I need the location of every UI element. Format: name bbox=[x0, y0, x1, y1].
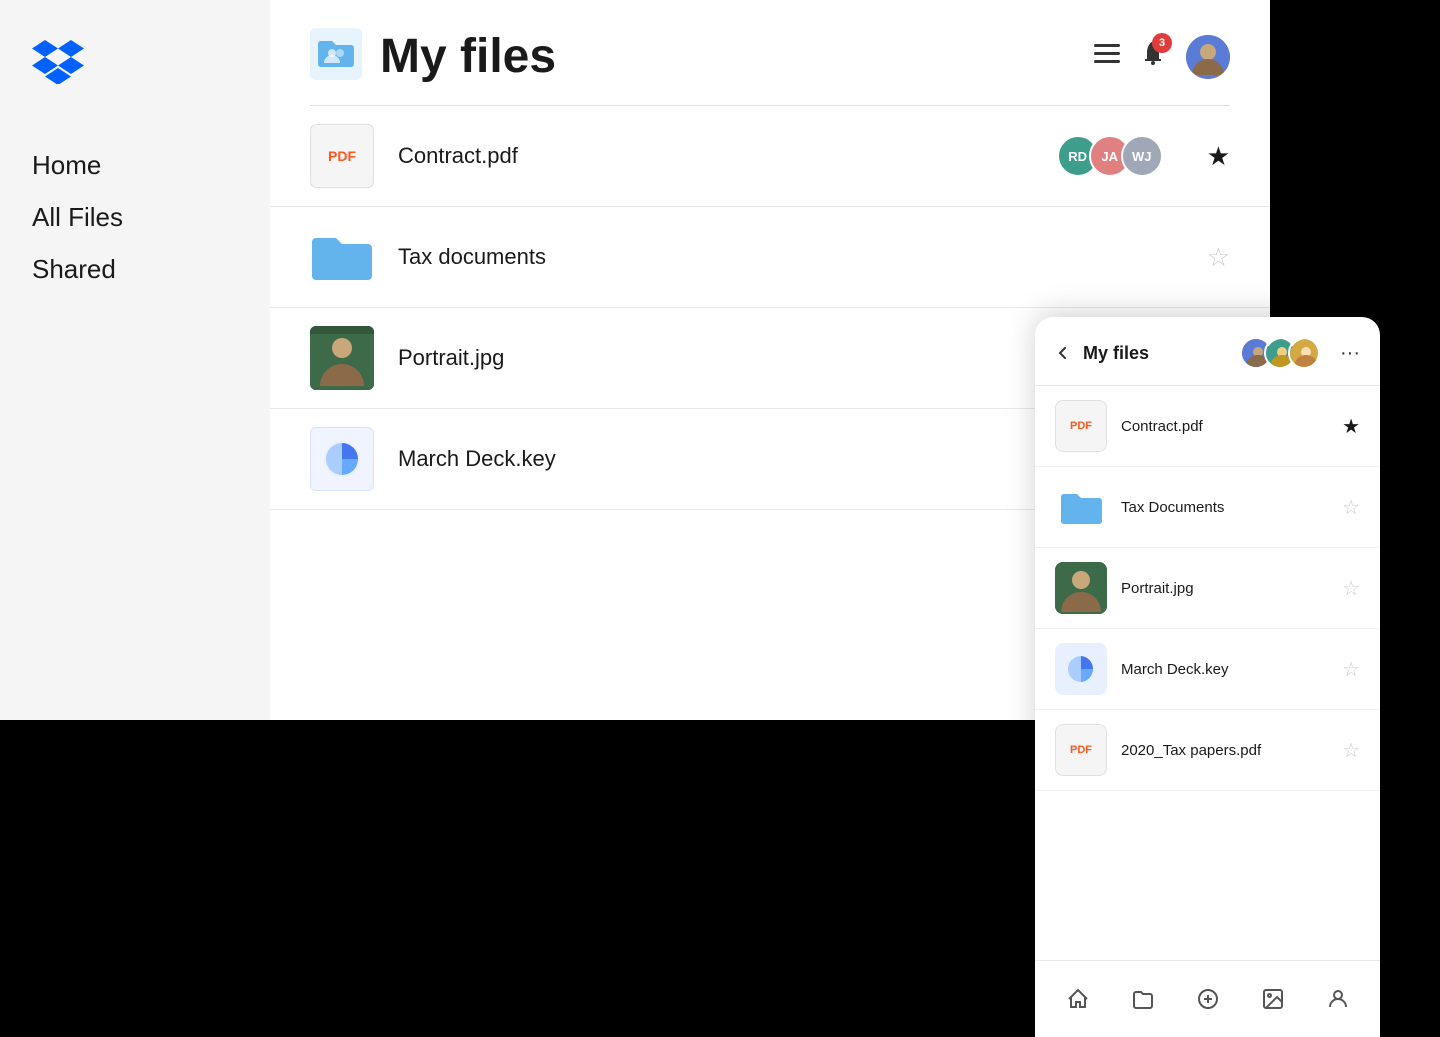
panel-file-item-contract[interactable]: PDF Contract.pdf ★ bbox=[1035, 386, 1380, 467]
panel-star-tax[interactable]: ☆ bbox=[1342, 495, 1360, 520]
file-item-contract[interactable]: PDF Contract.pdf RD JA WJ ★ bbox=[270, 106, 1270, 207]
panel-avatar-3 bbox=[1288, 337, 1320, 369]
file-name-contract: Contract.pdf bbox=[398, 143, 1033, 169]
sidebar-nav: Home All Files Shared bbox=[32, 149, 238, 304]
panel-bottom-nav bbox=[1035, 960, 1380, 1037]
panel-file-item-portrait[interactable]: Portrait.jpg ☆ bbox=[1035, 548, 1380, 629]
panel-star-tax2020[interactable]: ☆ bbox=[1342, 738, 1360, 763]
header-folder-icon bbox=[310, 28, 362, 85]
sidebar: Home All Files Shared bbox=[0, 0, 270, 720]
sidebar-item-all-files[interactable]: All Files bbox=[32, 201, 238, 235]
star-icon-contract[interactable]: ★ bbox=[1207, 141, 1230, 172]
panel-nav-profile[interactable] bbox=[1316, 977, 1360, 1021]
panel-thumb-tax2020: PDF bbox=[1055, 724, 1107, 776]
panel-header: My files bbox=[1035, 317, 1380, 386]
header-left: My files bbox=[310, 28, 556, 85]
shared-avatars-contract: RD JA WJ bbox=[1057, 135, 1163, 177]
panel-nav-photos[interactable] bbox=[1251, 977, 1295, 1021]
sidebar-item-home[interactable]: Home bbox=[32, 149, 238, 183]
panel-file-name-portrait: Portrait.jpg bbox=[1121, 580, 1328, 597]
panel-file-item-tax2020[interactable]: PDF 2020_Tax papers.pdf ☆ bbox=[1035, 710, 1380, 791]
notification-badge: 3 bbox=[1152, 33, 1172, 53]
file-thumb-march bbox=[310, 427, 374, 491]
user-avatar[interactable] bbox=[1186, 35, 1230, 79]
file-thumb-contract: PDF bbox=[310, 124, 374, 188]
panel-file-list: PDF Contract.pdf ★ Tax Documents ☆ bbox=[1035, 386, 1380, 960]
pdf-label: PDF bbox=[328, 148, 356, 164]
panel-nav-add[interactable] bbox=[1186, 977, 1230, 1021]
notifications-button[interactable]: 3 bbox=[1140, 39, 1166, 74]
avatar-wj: WJ bbox=[1121, 135, 1163, 177]
panel-file-name-march: March Deck.key bbox=[1121, 661, 1328, 678]
star-icon-tax[interactable]: ☆ bbox=[1207, 242, 1230, 273]
panel-thumb-contract: PDF bbox=[1055, 400, 1107, 452]
panel-title: My files bbox=[1083, 343, 1228, 364]
panel-file-name-tax2020: 2020_Tax papers.pdf bbox=[1121, 742, 1328, 759]
page-header: My files 3 bbox=[270, 0, 1270, 105]
panel-nav-files[interactable] bbox=[1121, 977, 1165, 1021]
panel-star-contract[interactable]: ★ bbox=[1342, 414, 1360, 439]
header-right: 3 bbox=[1094, 35, 1230, 79]
panel-star-march[interactable]: ☆ bbox=[1342, 657, 1360, 682]
panel-file-name-contract: Contract.pdf bbox=[1121, 418, 1328, 435]
sidebar-item-shared[interactable]: Shared bbox=[32, 253, 238, 287]
file-thumb-tax bbox=[310, 225, 374, 289]
panel-file-item-tax[interactable]: Tax Documents ☆ bbox=[1035, 467, 1380, 548]
panel-file-item-march[interactable]: March Deck.key ☆ bbox=[1035, 629, 1380, 710]
panel-file-name-tax: Tax Documents bbox=[1121, 499, 1328, 516]
file-item-tax[interactable]: Tax documents ☆ bbox=[270, 207, 1270, 308]
file-thumb-portrait bbox=[310, 326, 374, 390]
panel-shared-avatars bbox=[1240, 337, 1320, 369]
panel-nav-home[interactable] bbox=[1056, 977, 1100, 1021]
menu-icon[interactable] bbox=[1094, 44, 1120, 70]
panel-thumb-march bbox=[1055, 643, 1107, 695]
file-name-tax: Tax documents bbox=[398, 244, 1163, 270]
panel-thumb-tax bbox=[1055, 481, 1107, 533]
dropbox-logo[interactable] bbox=[32, 40, 238, 89]
panel-back-button[interactable] bbox=[1055, 345, 1071, 361]
panel-thumb-portrait bbox=[1055, 562, 1107, 614]
panel-star-portrait[interactable]: ☆ bbox=[1342, 576, 1360, 601]
mobile-panel: My files bbox=[1035, 317, 1380, 1037]
panel-more-button[interactable]: ··· bbox=[1340, 342, 1360, 365]
page-title: My files bbox=[380, 29, 556, 84]
